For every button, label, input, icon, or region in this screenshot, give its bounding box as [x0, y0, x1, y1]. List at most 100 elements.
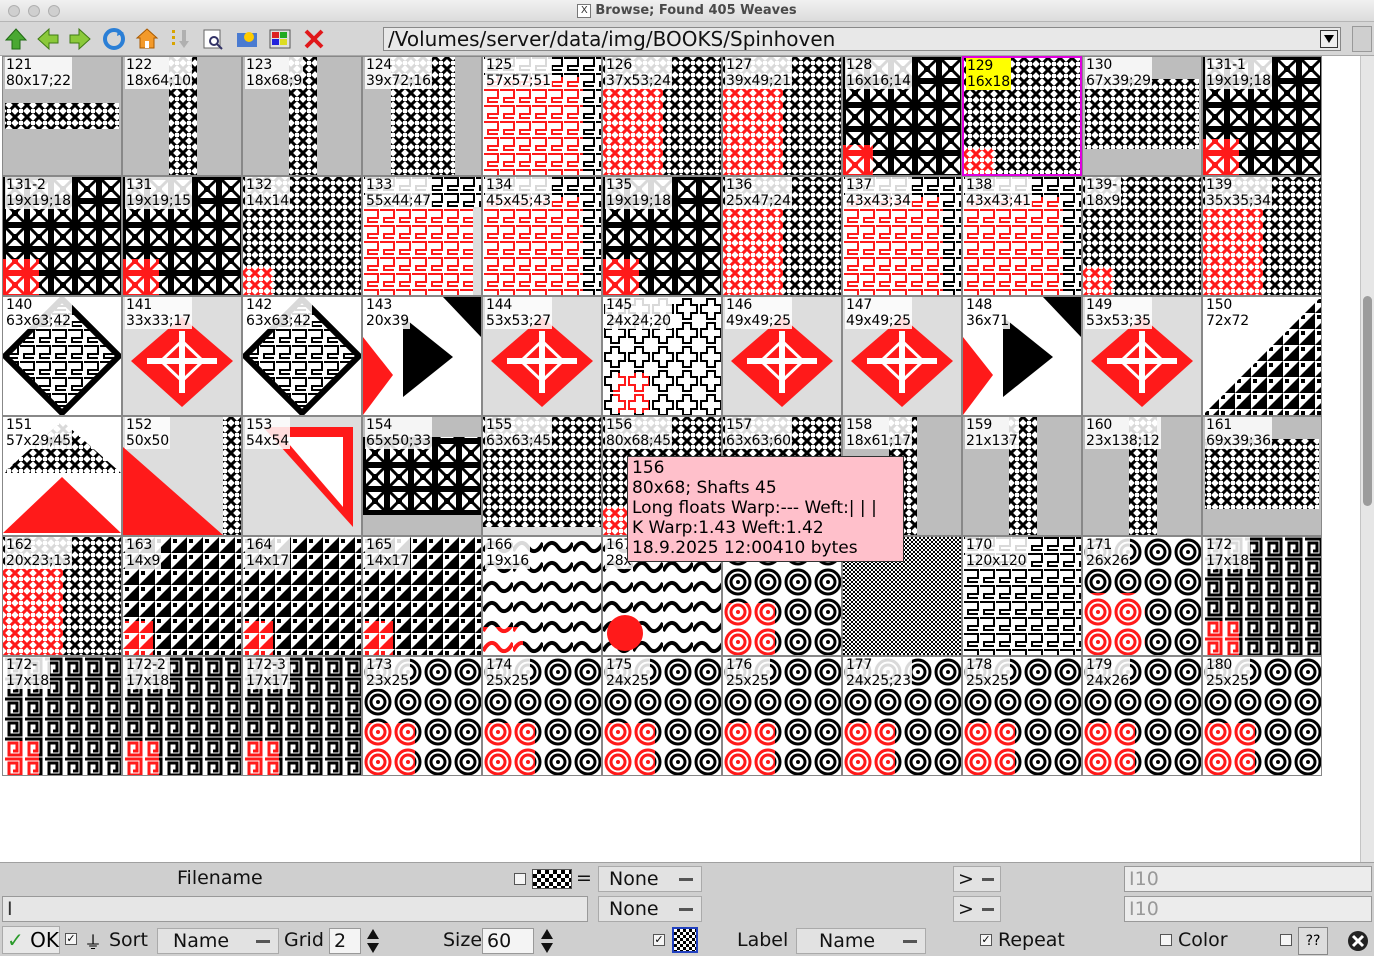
filter2-dropdown[interactable]: None	[598, 896, 702, 922]
weave-thumbnail[interactable]: 179 24x26	[1082, 656, 1202, 776]
sort-down-icon[interactable]	[166, 25, 194, 53]
image-palette-icon[interactable]	[266, 25, 294, 53]
right-arrow-icon[interactable]	[66, 25, 94, 53]
close-circle-icon[interactable]	[1346, 929, 1370, 953]
value2-field[interactable]: I10	[1124, 896, 1372, 922]
home-icon[interactable]	[133, 25, 161, 53]
pattern-filter-checkbox[interactable]	[514, 873, 526, 885]
weave-thumbnail[interactable]: 174 25x25	[482, 656, 602, 776]
weave-thumbnail[interactable]: 125 57x57;51	[482, 56, 602, 176]
path-dropdown-button[interactable]	[1320, 30, 1338, 48]
vertical-scrollbar[interactable]	[1360, 56, 1374, 862]
color-checkbox[interactable]	[1160, 934, 1172, 946]
weave-thumbnail[interactable]: 129 16x18	[962, 56, 1082, 176]
pin-button[interactable]	[1352, 26, 1372, 52]
weave-thumbnail[interactable]: 160 23x138;12	[1082, 416, 1202, 536]
weave-thumbnail[interactable]: 149 53x53;35	[1082, 296, 1202, 416]
weave-thumbnail[interactable]: 141 33x33;17	[122, 296, 242, 416]
weave-thumbnail[interactable]: 165 14x17	[362, 536, 482, 656]
size-stepper-icon[interactable]	[540, 928, 554, 954]
weave-thumbnail[interactable]: 139 35x35;34	[1202, 176, 1322, 296]
weave-thumbnail[interactable]: 140 63x63;42	[2, 296, 122, 416]
weave-thumbnail[interactable]: 128 16x16;14	[842, 56, 962, 176]
weave-thumbnail[interactable]: 131-2 19x19;18	[2, 176, 122, 296]
grid-input[interactable]: 2	[329, 928, 361, 954]
refresh-icon[interactable]	[100, 25, 128, 53]
weave-thumbnail[interactable]: 171 26x26	[1082, 536, 1202, 656]
weave-thumbnail[interactable]: 159 21x137	[962, 416, 1082, 536]
path-field[interactable]: /Volumes/server/data/img/BOOKS/Spinhoven	[383, 27, 1341, 51]
weave-thumbnail[interactable]: 137 43x43;34	[842, 176, 962, 296]
weave-thumbnail[interactable]: 124 39x72;16	[362, 56, 482, 176]
grid-pattern-icon[interactable]	[672, 927, 698, 953]
weave-thumbnail[interactable]: 145 24x24;20	[602, 296, 722, 416]
pattern-preview-icon[interactable]	[532, 869, 572, 889]
weave-thumbnail[interactable]: 166 19x16	[482, 536, 602, 656]
preview-icon[interactable]	[199, 25, 227, 53]
weave-thumbnail[interactable]: 144 53x53;27	[482, 296, 602, 416]
weave-thumbnail[interactable]: 126 37x53;24	[602, 56, 722, 176]
weave-thumbnail[interactable]: 163 14x9	[122, 536, 242, 656]
weave-thumbnail[interactable]: 178 25x25	[962, 656, 1082, 776]
weave-thumbnail[interactable]: 131-1 19x19;18	[1202, 56, 1322, 176]
help-button[interactable]: ??	[1298, 927, 1328, 955]
weave-thumbnail[interactable]: 152 50x50	[122, 416, 242, 536]
weave-thumbnail[interactable]: 142 63x63;42	[242, 296, 362, 416]
scrollbar-thumb[interactable]	[1363, 296, 1372, 506]
weave-thumbnail[interactable]: 130 67x39;29	[1082, 56, 1202, 176]
ok-button[interactable]: ✓ OK	[2, 926, 60, 954]
weave-thumbnail[interactable]: 131 19x19;15	[122, 176, 242, 296]
weave-thumbnail[interactable]: 121 80x17;22	[2, 56, 122, 176]
weave-thumbnail[interactable]: 164 14x17	[242, 536, 362, 656]
weave-thumbnail[interactable]: 132 14x14	[242, 176, 362, 296]
grid-stepper-icon[interactable]	[366, 928, 380, 954]
weave-thumbnail[interactable]: 180 25x25	[1202, 656, 1322, 776]
weave-thumbnail[interactable]: 170 120x120	[962, 536, 1082, 656]
left-arrow-icon[interactable]	[34, 25, 62, 53]
weave-thumbnail[interactable]: 172- 17x18	[2, 656, 122, 776]
weave-thumbnail[interactable]: 150 72x72	[1202, 296, 1322, 416]
weave-thumbnail[interactable]: 134 45x45;43	[482, 176, 602, 296]
weave-thumbnail[interactable]: 154 65x50;33	[362, 416, 482, 536]
filter1-dropdown[interactable]: None	[598, 866, 702, 892]
grid-pattern-checkbox[interactable]: ✓	[653, 934, 665, 946]
weave-thumbnail[interactable]: 151 57x29;45	[2, 416, 122, 536]
weave-thumbnail[interactable]: 122 18x64;10	[122, 56, 242, 176]
close-x-icon[interactable]	[300, 25, 328, 53]
weave-thumbnail[interactable]: 147 49x49;25	[842, 296, 962, 416]
weave-thumbnail[interactable]: 162 20x23;13	[2, 536, 122, 656]
size-input[interactable]: 60	[482, 928, 534, 954]
sort-checkbox[interactable]: ✓	[65, 933, 77, 945]
weave-thumbnail[interactable]: 127 39x49;21	[722, 56, 842, 176]
weave-thumbnail[interactable]: 139- 18x9	[1082, 176, 1202, 296]
compare2-button[interactable]: >	[953, 896, 1001, 922]
weave-thumbnail[interactable]: 123 18x68;9	[242, 56, 362, 176]
weave-thumbnail[interactable]: 143 20x39	[362, 296, 482, 416]
weave-thumbnail[interactable]: 138 43x43;41	[962, 176, 1082, 296]
sort-dropdown[interactable]: Name	[157, 928, 279, 954]
weave-thumbnail[interactable]: 172-2 17x18	[122, 656, 242, 776]
weave-thumbnail[interactable]: 161 69x39;36	[1202, 416, 1322, 536]
value1-field[interactable]: I10	[1124, 866, 1372, 892]
weave-thumbnail[interactable]: 173 23x25	[362, 656, 482, 776]
extra-checkbox[interactable]	[1280, 934, 1292, 946]
weave-thumbnail[interactable]: 153 54x54	[242, 416, 362, 536]
weave-thumbnail[interactable]: 146 49x49;25	[722, 296, 842, 416]
weave-thumbnail[interactable]: 133 55x44;47	[362, 176, 482, 296]
settings-sun-icon[interactable]	[233, 25, 261, 53]
weave-thumbnail[interactable]: 172-3 17x17	[242, 656, 362, 776]
weave-thumbnail[interactable]: 175 24x25	[602, 656, 722, 776]
weave-thumbnail[interactable]: 148 36x71	[962, 296, 1082, 416]
label-dropdown[interactable]: Name	[796, 928, 926, 954]
weave-thumbnail[interactable]: 155 63x63;45	[482, 416, 602, 536]
weave-thumbnail[interactable]: 135 19x19;18	[602, 176, 722, 296]
weave-thumbnail[interactable]: 172 17x18	[1202, 536, 1322, 656]
repeat-checkbox[interactable]: ✓	[980, 934, 992, 946]
weave-thumbnail[interactable]: 176 25x25	[722, 656, 842, 776]
chevron-down-icon	[1324, 35, 1334, 43]
up-arrow-icon[interactable]	[2, 25, 30, 53]
weave-thumbnail[interactable]: 177 24x25;23	[842, 656, 962, 776]
filename-input[interactable]: I	[2, 896, 588, 922]
weave-thumbnail[interactable]: 136 25x47;24	[722, 176, 842, 296]
compare1-button[interactable]: >	[953, 866, 1001, 892]
